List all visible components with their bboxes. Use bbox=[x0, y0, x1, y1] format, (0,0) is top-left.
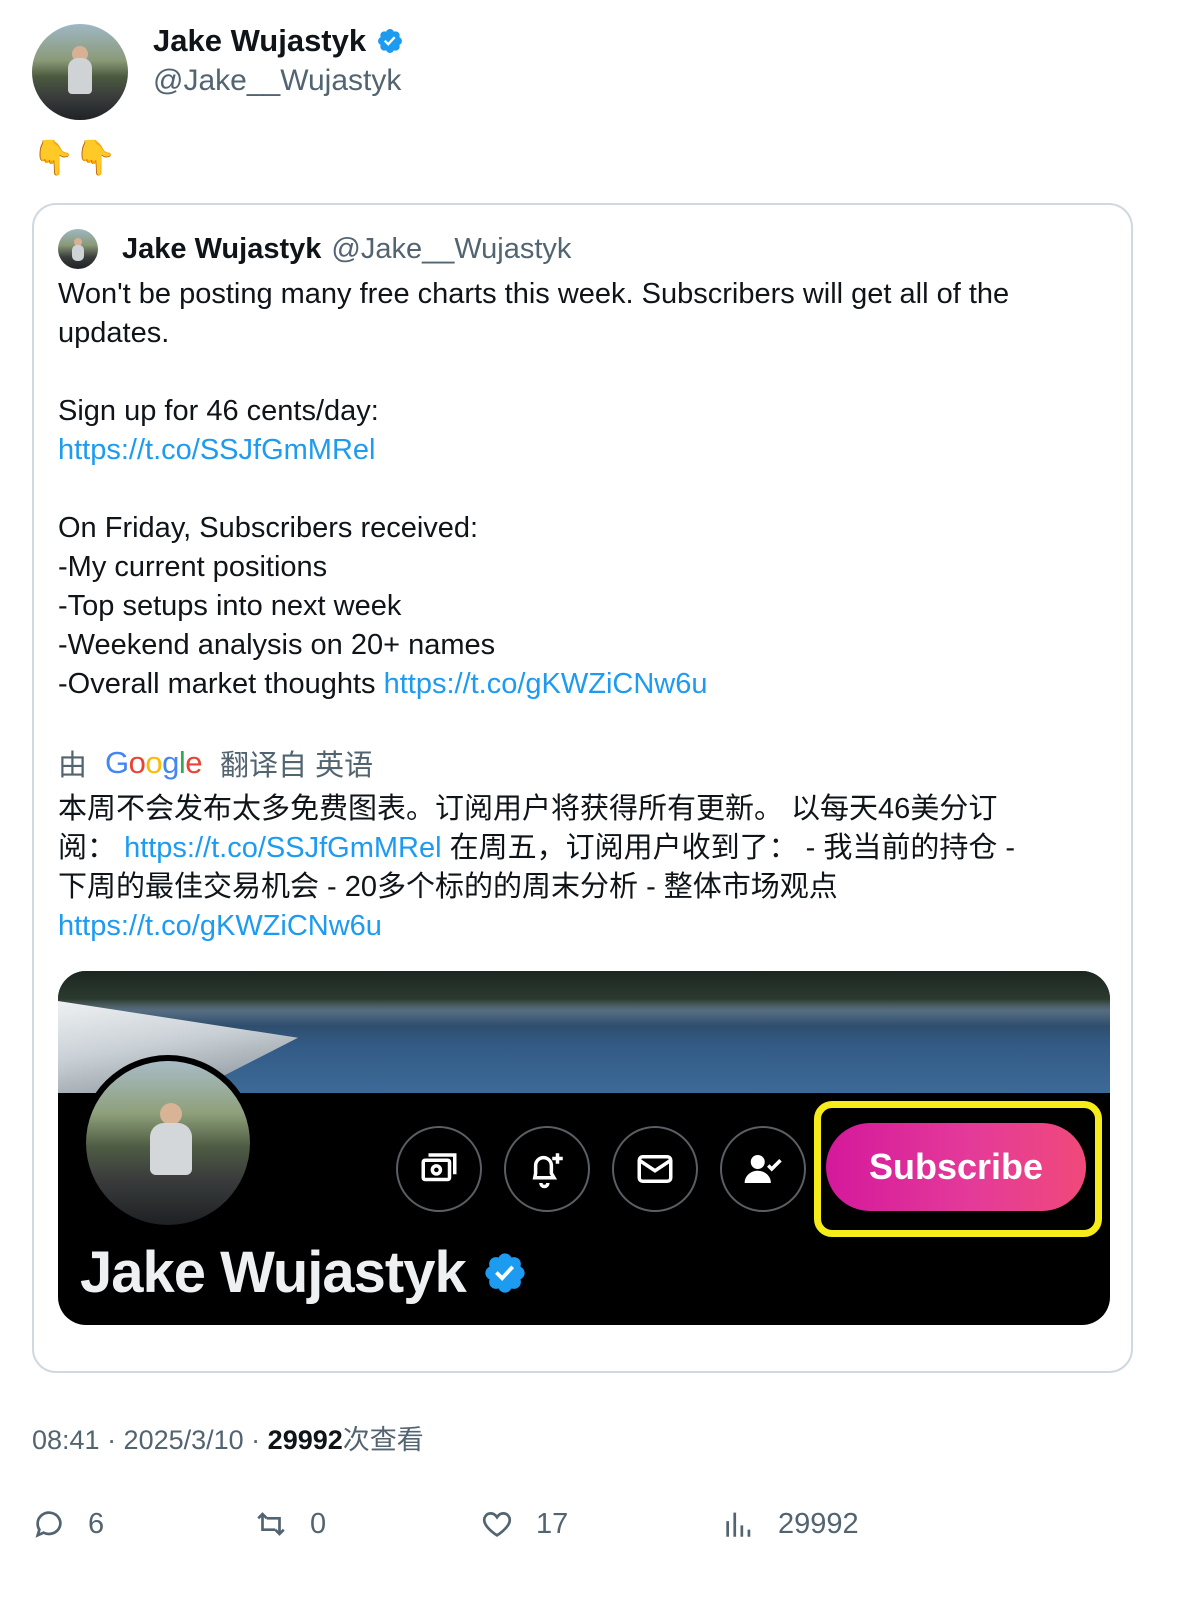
notification-add-icon bbox=[504, 1126, 590, 1212]
like-button[interactable]: 17 bbox=[480, 1502, 568, 1546]
tweet-text: 👇👇 bbox=[32, 139, 117, 177]
quoted-tweet-text: Won't be posting many free charts this w… bbox=[58, 275, 1108, 704]
quoted-text-line: -Weekend analysis on 20+ names bbox=[58, 629, 496, 661]
heart-icon bbox=[482, 1512, 512, 1537]
translated-line: 下周的最佳交易机会 - 20多个标的的周末分析 - 整体市场观点 bbox=[58, 871, 838, 903]
subscribe-button: Subscribe bbox=[826, 1123, 1086, 1211]
quoted-text-line: Sign up for 46 cents/day: bbox=[58, 395, 379, 427]
timestamp[interactable]: 08:41 · 2025/3/10 · bbox=[32, 1425, 268, 1455]
author-name[interactable]: Jake Wujastyk bbox=[153, 23, 366, 59]
mail-icon bbox=[612, 1126, 698, 1212]
quoted-text-line: updates. bbox=[58, 317, 170, 349]
quoted-tweet-header: Jake Wujastyk @Jake__Wujastyk bbox=[58, 229, 571, 269]
translated-line: 本周不会发布太多免费图表。订阅用户将获得所有更新。 以每天46美分订 bbox=[58, 793, 998, 825]
retweet-button[interactable]: 0 bbox=[254, 1502, 326, 1546]
like-count: 17 bbox=[536, 1507, 569, 1540]
engagement-bar: 6 0 17 29992 bbox=[32, 1502, 1162, 1546]
reply-icon bbox=[35, 1511, 62, 1538]
quoted-tweet-card[interactable]: Jake Wujastyk @Jake__Wujastyk Won't be p… bbox=[32, 203, 1133, 1373]
translated-media-link[interactable]: https://t.co/gKWZiCNw6u bbox=[58, 910, 382, 942]
translated-from-label[interactable]: 翻译自 英语 bbox=[220, 742, 373, 784]
tweet-header: Jake Wujastyk @Jake__Wujastyk bbox=[32, 23, 1162, 120]
retweet-icon bbox=[257, 1512, 285, 1536]
media-profile-name-text: Jake Wujastyk bbox=[80, 1240, 467, 1305]
google-logo: Google bbox=[105, 745, 203, 780]
translated-text: 本周不会发布太多免费图表。订阅用户将获得所有更新。 以每天46美分订 阅： ht… bbox=[58, 790, 1108, 946]
money-icon bbox=[396, 1126, 482, 1212]
author-name-row: Jake Wujastyk bbox=[153, 23, 404, 59]
quoted-text-line: -Top setups into next week bbox=[58, 590, 402, 622]
quoted-text-line: Won't be posting many free charts this w… bbox=[58, 278, 1010, 310]
media-profile-avatar bbox=[80, 1055, 256, 1231]
views-label: 次查看 bbox=[342, 1425, 424, 1455]
media-image[interactable]: Subscribe Jake Wujastyk bbox=[58, 971, 1110, 1325]
media-link[interactable]: https://t.co/gKWZiCNw6u bbox=[384, 668, 708, 700]
signup-link[interactable]: https://t.co/SSJfGmMRel bbox=[58, 434, 375, 466]
reply-count: 6 bbox=[88, 1507, 105, 1540]
following-icon bbox=[720, 1126, 806, 1212]
quoted-text-line: -Overall market thoughts bbox=[58, 668, 384, 700]
views-button[interactable]: 29992 bbox=[722, 1502, 859, 1546]
tweet-meta: 08:41 · 2025/3/10 · 29992次查看 bbox=[32, 1418, 424, 1457]
author-handle[interactable]: @Jake__Wujastyk bbox=[153, 64, 401, 98]
quoted-author-handle: @Jake__Wujastyk bbox=[331, 232, 572, 265]
quoted-text-line: On Friday, Subscribers received: bbox=[58, 512, 479, 544]
translated-by-label: 由 bbox=[58, 750, 88, 782]
views-count: 29992 bbox=[778, 1507, 859, 1540]
quoted-author-name: Jake Wujastyk bbox=[122, 232, 322, 265]
translation-attribution: 由 Google 翻译自 英语 bbox=[58, 743, 373, 783]
translated-line: 阅： bbox=[58, 832, 125, 864]
verified-badge-icon bbox=[378, 29, 403, 53]
analytics-icon bbox=[726, 1512, 751, 1537]
reply-button[interactable]: 6 bbox=[32, 1502, 104, 1546]
avatar[interactable] bbox=[32, 24, 128, 120]
translated-line: 在周五，订阅用户收到了： - 我当前的持仓 - bbox=[441, 832, 1016, 864]
quoted-text-line: -My current positions bbox=[58, 551, 328, 583]
quoted-avatar bbox=[58, 229, 98, 269]
media-profile-name: Jake Wujastyk bbox=[80, 1239, 528, 1306]
view-count: 29992 bbox=[267, 1425, 343, 1455]
translated-signup-link[interactable]: https://t.co/SSJfGmMRel bbox=[124, 832, 441, 864]
retweet-count: 0 bbox=[310, 1507, 327, 1540]
verified-badge-icon bbox=[485, 1252, 525, 1293]
